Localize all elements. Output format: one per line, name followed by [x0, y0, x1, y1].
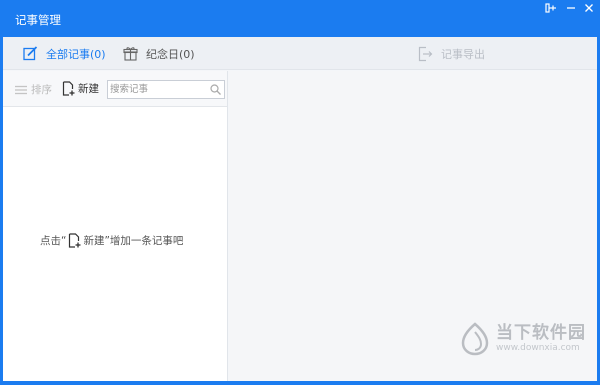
- export-notes-label: 记事导出: [441, 47, 485, 61]
- search-box: [107, 80, 225, 99]
- title-bar: 记事管理: [0, 0, 600, 37]
- close-icon: [585, 4, 593, 12]
- sort-label: 排序: [31, 84, 52, 96]
- notes-list-panel: 排序 新建 搜索记事 点击“ 新建 ”增加一条记事吧: [3, 71, 228, 381]
- sort-button[interactable]: 排序: [15, 82, 52, 97]
- tab-all-notes[interactable]: 全部记事(0): [23, 37, 106, 70]
- pin-icon: [545, 3, 556, 13]
- export-notes-button[interactable]: 记事导出: [417, 37, 485, 70]
- gift-icon: [123, 47, 138, 61]
- search-input[interactable]: [110, 82, 208, 97]
- tab-bar: 全部记事(0) 纪念日(0) 记事导出: [3, 37, 597, 70]
- new-document-icon: [62, 81, 75, 96]
- minimize-icon: [567, 7, 575, 9]
- tab-anniversary[interactable]: 纪念日(0): [123, 37, 195, 70]
- edit-icon: [23, 46, 38, 61]
- tab-all-notes-label: 全部记事(0): [46, 47, 106, 61]
- close-button[interactable]: [578, 0, 600, 16]
- watermark-name: 当下软件园: [496, 323, 586, 343]
- new-document-icon: [69, 233, 81, 248]
- window-title: 记事管理: [15, 13, 61, 27]
- list-toolbar: 排序 新建: [3, 71, 227, 107]
- tab-anniversary-label: 纪念日(0): [146, 47, 195, 61]
- watermark-url: www.downxia.com: [496, 343, 580, 353]
- new-note-label: 新建: [78, 83, 99, 95]
- new-note-button[interactable]: 新建: [62, 81, 99, 96]
- watermark-logo-icon: [461, 322, 489, 356]
- pin-button[interactable]: [540, 0, 562, 16]
- empty-hint-prefix: 点击“: [40, 235, 67, 247]
- search-icon[interactable]: [210, 84, 221, 95]
- sort-lines-icon: [15, 85, 27, 94]
- empty-list-hint: 点击“ 新建 ”增加一条记事吧: [40, 233, 183, 248]
- empty-hint-suffix: ”增加一条记事吧: [104, 235, 184, 247]
- empty-hint-new-label: 新建: [83, 235, 105, 247]
- watermark: 当下软件园 www.downxia.com: [460, 322, 586, 356]
- app-window: 记事管理 全部记事(0) 纪念日(0) 记事导出 排序 新建 搜索记事 点击“ …: [0, 0, 600, 385]
- export-icon: [418, 46, 433, 61]
